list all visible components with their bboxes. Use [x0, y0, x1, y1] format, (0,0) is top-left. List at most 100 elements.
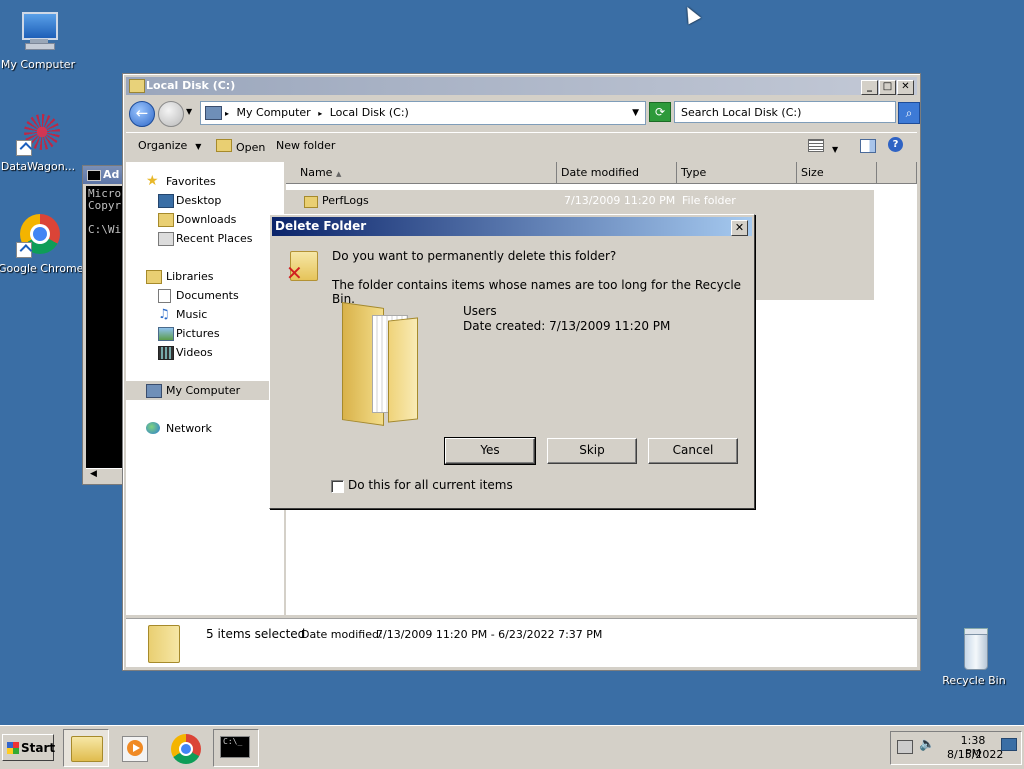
- computer-icon: [205, 106, 222, 120]
- recent-pages-dropdown[interactable]: ▼: [186, 107, 192, 116]
- chevron-down-icon: ▼: [832, 145, 839, 154]
- console-icon: [87, 169, 101, 181]
- command-prompt-icon: C:\_: [220, 736, 250, 758]
- taskbar: Start C:\_ 🔈 1:38 PM 8/15/2022: [0, 725, 1024, 769]
- downloads-folder-icon: [158, 213, 174, 227]
- address-row: ← ▼ ▸ My Computer ▸ Local Disk (C:) ▼ ⟳ …: [126, 98, 920, 128]
- forward-button[interactable]: [158, 101, 184, 127]
- views-icon: [808, 139, 824, 152]
- back-button[interactable]: ←: [129, 101, 155, 127]
- column-header-type[interactable]: Type: [677, 162, 797, 184]
- maximize-button[interactable]: □: [879, 80, 896, 95]
- desktop-icon: [158, 194, 174, 208]
- taskbar-media-player[interactable]: [112, 729, 156, 765]
- column-header-filler: [877, 162, 917, 184]
- breadcrumb-my-computer[interactable]: My Computer: [237, 106, 311, 119]
- apply-to-all-checkbox[interactable]: [331, 480, 344, 493]
- dialog-message: The folder contains items whose names ar…: [332, 278, 742, 306]
- skip-button[interactable]: Skip: [547, 438, 637, 464]
- help-button[interactable]: ?: [888, 137, 903, 152]
- computer-icon: [146, 384, 162, 398]
- column-header-size[interactable]: Size: [797, 162, 877, 184]
- preview-pane-button[interactable]: [860, 139, 876, 156]
- desktop-icon-google-chrome[interactable]: Google Chrome: [0, 214, 83, 275]
- desktop-icon-my-computer[interactable]: My Computer: [0, 10, 78, 71]
- refresh-button[interactable]: ⟳: [649, 102, 671, 122]
- computer-icon: [16, 10, 60, 54]
- star-icon: ★: [146, 173, 159, 189]
- nav-downloads[interactable]: Downloads: [126, 210, 284, 229]
- delete-folder-dialog[interactable]: Delete Folder ✕ ✕ Do you want to permane…: [269, 214, 755, 509]
- taskbar-explorer[interactable]: [63, 729, 109, 767]
- large-folder-icon: [342, 302, 418, 426]
- item-name: Users: [463, 304, 497, 318]
- minimize-button[interactable]: _: [861, 80, 878, 95]
- system-tray: 🔈 1:38 PM 8/15/2022: [890, 731, 1022, 765]
- search-button[interactable]: ⌕: [898, 102, 920, 124]
- search-input[interactable]: Search Local Disk (C:): [674, 101, 896, 123]
- mouse-cursor-icon: [681, 3, 701, 25]
- item-date-created: Date created: 7/13/2009 11:20 PM: [463, 319, 671, 333]
- command-bar: Organize ▼ Open New folder ▼ ?: [126, 132, 917, 161]
- show-desktop-icon[interactable]: [1001, 738, 1017, 751]
- chrome-icon: [16, 214, 60, 258]
- desktop-icon-recycle-bin[interactable]: Recycle Bin: [934, 626, 1014, 687]
- breadcrumb-local-disk[interactable]: Local Disk (C:): [330, 106, 409, 119]
- chevron-right-icon[interactable]: ▸: [318, 109, 322, 118]
- help-icon: ?: [888, 137, 903, 152]
- preview-pane-icon: [860, 139, 876, 153]
- music-icon: ♫: [158, 307, 170, 322]
- taskbar-command-prompt[interactable]: C:\_: [213, 729, 259, 767]
- open-folder-icon: [216, 139, 232, 152]
- navigation-pane[interactable]: ★ Favorites Desktop Downloads Recent Pla…: [126, 162, 286, 615]
- nav-network[interactable]: Network: [126, 419, 284, 438]
- delete-folder-icon: ✕: [286, 249, 318, 283]
- address-bar[interactable]: ▸ My Computer ▸ Local Disk (C:) ▼: [200, 101, 646, 125]
- documents-icon: [158, 289, 171, 303]
- volume-icon[interactable]: 🔈: [919, 737, 935, 752]
- view-options-button[interactable]: ▼: [808, 139, 838, 155]
- shortcut-arrow-icon: [16, 242, 32, 258]
- nav-favorites[interactable]: ★ Favorites: [126, 172, 284, 191]
- address-dropdown-icon[interactable]: ▼: [632, 102, 639, 124]
- start-button[interactable]: Start: [2, 734, 55, 761]
- explorer-titlebar[interactable]: Local Disk (C:) _ □ ✕: [126, 77, 917, 95]
- recycle-bin-icon: [952, 626, 996, 670]
- drive-icon: [129, 79, 145, 93]
- nav-videos[interactable]: Videos: [126, 343, 284, 362]
- new-folder-button[interactable]: New folder: [276, 139, 335, 152]
- dialog-titlebar[interactable]: Delete Folder ✕: [272, 217, 752, 236]
- folder-icon: [304, 196, 318, 208]
- close-button[interactable]: ✕: [897, 80, 914, 95]
- nav-libraries[interactable]: Libraries: [126, 267, 284, 286]
- chevron-right-icon[interactable]: ▸: [225, 109, 229, 118]
- apply-to-all-label[interactable]: Do this for all current items: [348, 478, 513, 492]
- desktop-icon-datawagon[interactable]: DataWagon...: [0, 112, 78, 173]
- nav-documents[interactable]: Documents: [126, 286, 284, 305]
- organize-button[interactable]: Organize ▼: [138, 139, 201, 152]
- scroll-left-icon[interactable]: ◀: [90, 469, 97, 479]
- chrome-icon: [171, 734, 201, 764]
- media-player-icon: [122, 736, 148, 762]
- table-row[interactable]: PerfLogs 7/13/2009 11:20 PM File folder: [286, 190, 874, 212]
- nav-music[interactable]: ♫ Music: [126, 305, 284, 324]
- clock-date[interactable]: 8/15/2022: [947, 748, 1003, 761]
- nav-pictures[interactable]: Pictures: [126, 324, 284, 343]
- nav-desktop[interactable]: Desktop: [126, 191, 284, 210]
- sort-up-icon: ▲: [335, 170, 342, 178]
- chevron-down-icon: ▼: [195, 142, 202, 151]
- nav-my-computer[interactable]: My Computer: [126, 381, 284, 400]
- column-header-name[interactable]: Name ▲: [286, 162, 557, 184]
- taskbar-chrome[interactable]: [163, 729, 207, 765]
- yes-button[interactable]: Yes: [444, 437, 536, 465]
- libraries-icon: [146, 270, 162, 284]
- dialog-close-button[interactable]: ✕: [731, 220, 748, 236]
- details-pane: 5 items selected Date modified: 7/13/200…: [126, 618, 917, 667]
- cancel-button[interactable]: Cancel: [648, 438, 738, 464]
- network-status-icon[interactable]: [897, 740, 913, 754]
- column-header-date-modified[interactable]: Date modified: [557, 162, 677, 184]
- nav-recent-places[interactable]: Recent Places: [126, 229, 284, 248]
- recent-places-icon: [158, 232, 174, 246]
- windows-logo-icon: [7, 742, 19, 754]
- open-button[interactable]: Open: [216, 139, 265, 154]
